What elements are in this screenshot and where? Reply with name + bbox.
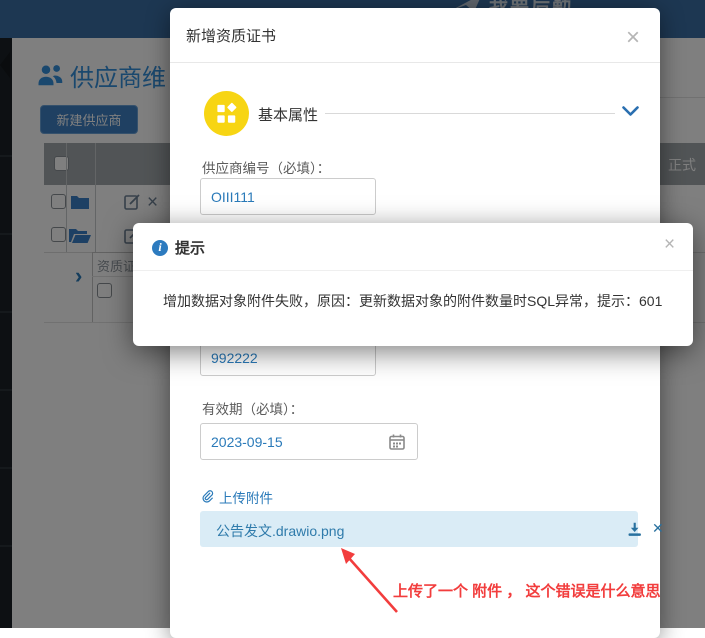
info-icon: i: [152, 240, 168, 256]
close-icon[interactable]: ×: [626, 26, 640, 50]
attachment-filename[interactable]: 公告发文.drawio.png: [216, 521, 344, 541]
alert-header: i 提示: [152, 237, 205, 258]
chevron-down-icon[interactable]: [622, 106, 639, 117]
modal-title-divider: [170, 62, 660, 63]
section-header: 基本属性: [258, 104, 318, 125]
widgets-icon: [204, 91, 249, 136]
upload-attachment-link[interactable]: 上传附件: [202, 487, 273, 507]
annotation-text: 上传了一个 附件 ， 这个错误是什么意思: [393, 580, 661, 601]
validity-label: 有效期（必填）：: [202, 398, 303, 418]
attachment-delete-icon[interactable]: ✕: [652, 520, 664, 537]
annotation-arrow: [315, 540, 405, 620]
attachment-row: 公告发文.drawio.png ✕: [200, 511, 638, 547]
alert-close-icon[interactable]: ×: [664, 235, 675, 254]
validity-date-input[interactable]: 2023-09-15: [200, 423, 418, 460]
calendar-icon[interactable]: [389, 434, 405, 450]
upload-attachment-label: 上传附件: [219, 487, 273, 507]
download-icon[interactable]: [626, 521, 643, 538]
alert-title: 提示: [175, 237, 205, 258]
validity-date-value: 2023-09-15: [211, 434, 283, 450]
supplier-code-input[interactable]: OIII111: [200, 178, 376, 215]
modal-title: 新增资质证书: [186, 25, 276, 46]
alert-divider: [133, 270, 693, 271]
supplier-code-label: 供应商编号（必填）：: [202, 157, 330, 177]
paperclip-icon: [202, 490, 215, 505]
alert-message: 增加数据对象附件失败，原因：更新数据对象的附件数量时SQL异常，提示：601: [133, 291, 693, 311]
section-divider: [325, 113, 615, 114]
alert-popup: i 提示 × 增加数据对象附件失败，原因：更新数据对象的附件数量时SQL异常，提…: [133, 223, 693, 346]
